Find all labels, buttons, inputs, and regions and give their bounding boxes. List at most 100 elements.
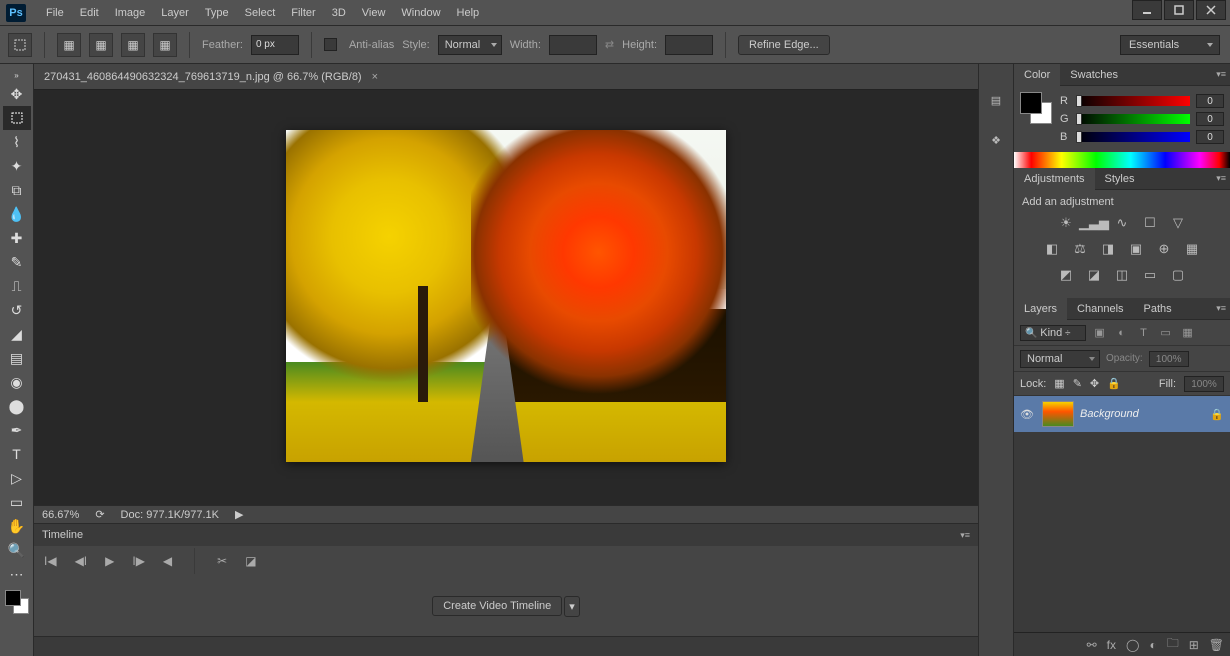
color-menu-icon[interactable]: ▾≡ (1216, 69, 1226, 80)
workspace-dropdown[interactable]: Essentials (1120, 35, 1220, 55)
layer-fx-icon[interactable]: fx (1107, 638, 1116, 652)
history-brush-tool[interactable]: ↺ (3, 298, 31, 322)
menu-view[interactable]: View (354, 3, 394, 23)
next-frame-icon[interactable]: I▶ (132, 554, 145, 568)
document-tab[interactable]: 270431_460864490632324_769613719_n.jpg @… (34, 64, 978, 90)
dodge-tool[interactable]: ⬤ (3, 394, 31, 418)
marquee-tool[interactable] (3, 106, 31, 130)
color-balance-icon[interactable]: ⚖ (1071, 240, 1089, 258)
feather-input[interactable] (251, 35, 299, 55)
color-lookup-icon[interactable]: ▦ (1183, 240, 1201, 258)
brush-tool[interactable]: ✎ (3, 250, 31, 274)
exposure-icon[interactable]: ☐ (1141, 214, 1159, 232)
invert-icon[interactable]: ◩ (1057, 266, 1075, 284)
prev-frame-icon[interactable]: ◀I (75, 554, 88, 568)
menu-select[interactable]: Select (237, 3, 284, 23)
minimize-button[interactable] (1132, 0, 1162, 20)
type-tool[interactable]: T (3, 442, 31, 466)
stamp-tool[interactable]: ⎍ (3, 274, 31, 298)
posterize-icon[interactable]: ◪ (1085, 266, 1103, 284)
b-value[interactable]: 0 (1196, 130, 1224, 144)
eraser-tool[interactable]: ◢ (3, 322, 31, 346)
lock-pixels-icon[interactable]: ✎ (1073, 377, 1082, 390)
levels-icon[interactable]: ▁▃▅ (1085, 214, 1103, 232)
link-layers-icon[interactable]: ⚯ (1087, 638, 1097, 652)
height-input[interactable] (665, 35, 713, 55)
go-first-icon[interactable]: I◀ (44, 554, 57, 568)
canvas-area[interactable] (34, 90, 978, 505)
create-video-timeline-button[interactable]: Create Video Timeline (432, 596, 562, 616)
gradient-map-icon[interactable]: ▭ (1141, 266, 1159, 284)
timeline-menu-icon[interactable]: ▾≡ (960, 530, 970, 541)
sel-add-icon[interactable]: ▦ (89, 33, 113, 57)
menu-image[interactable]: Image (107, 3, 154, 23)
zoom-level[interactable]: 66.67% (42, 509, 79, 521)
style-dropdown[interactable]: Normal (438, 35, 502, 55)
menu-window[interactable]: Window (393, 3, 448, 23)
lasso-tool[interactable]: ⌇ (3, 130, 31, 154)
blur-tool[interactable]: ◉ (3, 370, 31, 394)
refine-edge-button[interactable]: Refine Edge... (738, 35, 830, 55)
menu-edit[interactable]: Edit (72, 3, 107, 23)
fill-input[interactable]: 100% (1184, 376, 1224, 392)
channels-tab[interactable]: Channels (1067, 298, 1133, 320)
bw-icon[interactable]: ◨ (1099, 240, 1117, 258)
brightness-icon[interactable]: ☀ (1057, 214, 1075, 232)
new-fill-icon[interactable]: ◐ (1149, 638, 1156, 652)
b-slider[interactable] (1076, 132, 1190, 142)
vibrance-icon[interactable]: ▽ (1169, 214, 1187, 232)
path-select-tool[interactable]: ▷ (3, 466, 31, 490)
lock-position-icon[interactable]: ✥ (1090, 377, 1099, 390)
layer-thumbnail[interactable] (1042, 401, 1074, 427)
pen-tool[interactable]: ✒ (3, 418, 31, 442)
sel-subtract-icon[interactable]: ▦ (121, 33, 145, 57)
hand-tool[interactable]: ✋ (3, 514, 31, 538)
filter-pixel-icon[interactable]: ▣ (1092, 325, 1108, 341)
sel-intersect-icon[interactable]: ▦ (153, 33, 177, 57)
layers-menu-icon[interactable]: ▾≡ (1216, 303, 1226, 314)
r-slider[interactable] (1076, 96, 1190, 106)
rotate-icon[interactable]: ⟳ (95, 508, 104, 521)
adjustments-tab[interactable]: Adjustments (1014, 168, 1095, 190)
r-value[interactable]: 0 (1196, 94, 1224, 108)
lock-transparent-icon[interactable]: ▦ (1054, 377, 1064, 390)
move-tool[interactable]: ✥ (3, 82, 31, 106)
layer-lock-icon[interactable]: 🔒 (1210, 408, 1224, 421)
hue-icon[interactable]: ◧ (1043, 240, 1061, 258)
g-value[interactable]: 0 (1196, 112, 1224, 126)
selective-color-icon[interactable]: ▢ (1169, 266, 1187, 284)
status-arrow-icon[interactable]: ▶ (235, 508, 243, 521)
go-last-icon[interactable]: ◀ (163, 554, 172, 568)
layer-name[interactable]: Background (1080, 408, 1204, 420)
scissors-icon[interactable]: ✂ (217, 554, 227, 568)
color-spectrum[interactable] (1014, 152, 1230, 168)
channel-mixer-icon[interactable]: ⊕ (1155, 240, 1173, 258)
delete-layer-icon[interactable]: 🗑 (1209, 638, 1224, 652)
threshold-icon[interactable]: ◫ (1113, 266, 1131, 284)
timeline-tab[interactable]: Timeline (42, 529, 83, 541)
g-slider[interactable] (1076, 114, 1190, 124)
canvas[interactable] (286, 130, 726, 462)
blend-mode-dropdown[interactable]: Normal (1020, 350, 1100, 368)
kind-dropdown[interactable]: 🔍 Kind ÷ (1020, 325, 1086, 341)
new-group-icon[interactable]: 🗀 (1167, 634, 1179, 655)
timeline-dropdown-button[interactable]: ▾ (564, 596, 580, 617)
maximize-button[interactable] (1164, 0, 1194, 20)
color-tab[interactable]: Color (1014, 64, 1060, 86)
antialias-checkbox[interactable] (324, 38, 337, 51)
wand-tool[interactable]: ✦ (3, 154, 31, 178)
edit-toolbar-icon[interactable]: ⋯ (3, 562, 31, 586)
menu-3d[interactable]: 3D (324, 3, 354, 23)
close-tab-icon[interactable]: × (372, 71, 378, 83)
shape-tool[interactable]: ▭ (3, 490, 31, 514)
paths-tab[interactable]: Paths (1134, 298, 1182, 320)
transition-icon[interactable]: ◪ (245, 554, 256, 568)
filter-smart-icon[interactable]: ▦ (1180, 325, 1196, 341)
properties-icon[interactable]: ❖ (984, 128, 1008, 152)
menu-file[interactable]: File (38, 3, 72, 23)
menu-layer[interactable]: Layer (153, 3, 197, 23)
menu-help[interactable]: Help (449, 3, 488, 23)
opacity-input[interactable]: 100% (1149, 351, 1189, 367)
crop-tool[interactable]: ⧉ (3, 178, 31, 202)
sel-new-icon[interactable]: ▦ (57, 33, 81, 57)
